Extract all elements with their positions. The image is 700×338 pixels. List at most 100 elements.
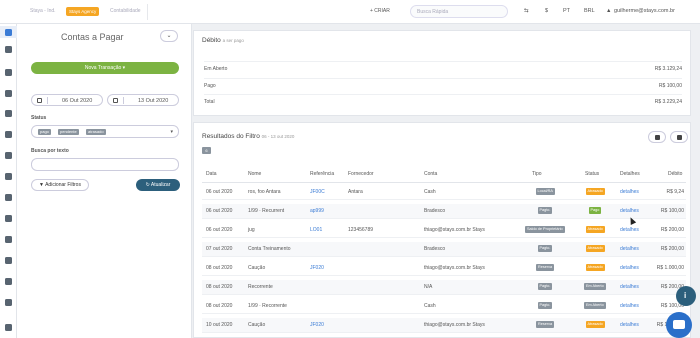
col-header-supplier[interactable]: Fornecedor bbox=[348, 171, 374, 177]
language-selector[interactable]: PT bbox=[563, 8, 570, 14]
sitemap-icon[interactable] bbox=[5, 152, 12, 159]
status-badge: Atrasado bbox=[585, 226, 605, 233]
calendar-icon[interactable] bbox=[5, 69, 12, 76]
agency-badge[interactable]: Stays Agency bbox=[66, 7, 100, 16]
details-link[interactable]: detalhes bbox=[620, 227, 639, 233]
status-chip[interactable]: pago bbox=[38, 129, 51, 135]
details-link[interactable]: detalhes bbox=[620, 265, 639, 271]
download-icon bbox=[677, 135, 682, 140]
users-icon[interactable] bbox=[5, 194, 12, 201]
cell-name: Caução bbox=[248, 265, 266, 271]
status-chip[interactable]: atrasado bbox=[86, 129, 106, 135]
results-tag[interactable]: 6 bbox=[202, 147, 211, 154]
cell-reference[interactable]: JF020 bbox=[310, 322, 324, 328]
col-header-name[interactable]: Nome bbox=[248, 171, 261, 177]
breadcrumb-company[interactable]: Staya - Ind. bbox=[30, 8, 56, 14]
table-row[interactable]: 08 out 2020 Recorrente N/A Pagto. Em Aberto d… bbox=[202, 280, 686, 295]
details-link[interactable]: detalhes bbox=[620, 322, 639, 328]
user-menu[interactable]: guilherme@stays.com.br bbox=[614, 8, 675, 14]
collapse-button[interactable]: ⌄ bbox=[160, 30, 178, 42]
cell-reference[interactable]: JF020 bbox=[310, 265, 324, 271]
cell-account: N/A bbox=[424, 284, 433, 290]
table-row[interactable]: 08 out 2020 Caução JF020 thiago@stays.com.b… bbox=[202, 261, 686, 276]
table-row[interactable]: 06 out 2020 1/99 · Recurrent ap999 Bradesco… bbox=[202, 204, 686, 219]
megaphone-icon[interactable] bbox=[5, 299, 12, 306]
download-button[interactable] bbox=[670, 131, 688, 143]
dollar-icon[interactable]: $ bbox=[545, 8, 548, 14]
add-filters-button[interactable]: ▼ Adicionar Filtros bbox=[31, 179, 89, 191]
col-header-status[interactable]: Status bbox=[585, 171, 599, 177]
chat-button[interactable] bbox=[666, 312, 692, 338]
table-row[interactable]: 10 out 2020 Caução JF020 thiago@stays.com.b… bbox=[202, 318, 686, 333]
cell-account: Bradesco bbox=[424, 208, 446, 214]
cell-date: 06 out 2020 bbox=[206, 189, 233, 195]
status-badge: Atrasado bbox=[585, 264, 605, 271]
col-header-ref[interactable]: Referência bbox=[310, 171, 334, 177]
box-icon[interactable] bbox=[5, 173, 12, 180]
create-button[interactable]: + CRIAR bbox=[370, 8, 390, 14]
bed-icon[interactable] bbox=[5, 46, 12, 53]
page-title: Contas a Pagar bbox=[61, 32, 124, 42]
results-title: Resultados do Filtro 06 - 13 out 2020 bbox=[202, 133, 294, 140]
cell-reference[interactable]: LO01 bbox=[310, 227, 322, 233]
calendar-icon bbox=[37, 98, 42, 103]
cell-account: thiago@stays.com.br Stays bbox=[424, 322, 485, 328]
status-label: Status bbox=[31, 115, 47, 121]
details-link[interactable]: detalhes bbox=[620, 303, 639, 309]
debit-row-label: Total bbox=[204, 99, 215, 105]
col-header-type[interactable]: Tipo bbox=[532, 171, 542, 177]
cell-name: Caução bbox=[248, 322, 266, 328]
table-row[interactable]: 08 out 2020 1/99 · Recorrente Cash Pagto. Em… bbox=[202, 299, 686, 314]
col-header-debit[interactable]: Débito bbox=[668, 171, 682, 177]
exchange-icon[interactable]: ⇆ bbox=[524, 8, 529, 14]
debit-summary-card: Débito a ser pago Em Aberto R$ 3.129,24 P… bbox=[193, 30, 691, 116]
currency-selector[interactable]: BRL bbox=[584, 8, 595, 14]
cell-reference[interactable]: JF00C bbox=[310, 189, 325, 195]
table-row[interactable]: 06 out 2020 jug LO01 123456789 thiago@stays.… bbox=[202, 223, 686, 238]
details-link[interactable]: detalhes bbox=[620, 246, 639, 252]
card-icon[interactable] bbox=[5, 257, 12, 264]
cell-account: thiago@stays.com.br Stays bbox=[424, 227, 485, 233]
chat-icon[interactable] bbox=[5, 110, 12, 117]
rocket-icon[interactable] bbox=[5, 131, 12, 138]
print-button[interactable] bbox=[648, 131, 666, 143]
cell-name: ros, foo Antara bbox=[248, 189, 281, 195]
col-header-details[interactable]: Detalhes bbox=[620, 171, 640, 177]
type-badge: Reserva bbox=[536, 264, 555, 271]
handshake-icon[interactable] bbox=[5, 278, 12, 285]
table-row[interactable]: 07 out 2020 Conta Treinamento Bradesco Pagt… bbox=[202, 242, 686, 257]
date-to-field[interactable]: 13 Out 2020 bbox=[107, 94, 179, 106]
details-link[interactable]: detalhes bbox=[620, 189, 639, 195]
info-button[interactable]: i bbox=[676, 286, 696, 306]
update-button[interactable]: ↻ Atualizar bbox=[136, 179, 180, 191]
new-transaction-button[interactable]: Nova Transação ▾ bbox=[31, 62, 179, 74]
chat-bubble-icon bbox=[673, 320, 685, 329]
details-link[interactable]: detalhes bbox=[620, 284, 639, 290]
cell-name: Conta Treinamento bbox=[248, 246, 291, 252]
col-header-date[interactable]: Data bbox=[206, 171, 217, 177]
status-badge: Em Aberto bbox=[584, 283, 606, 290]
status-chip[interactable]: pendente bbox=[58, 129, 79, 135]
breadcrumb-section[interactable]: Contabilidade bbox=[110, 8, 141, 14]
gear-icon[interactable] bbox=[5, 324, 12, 331]
chart-icon[interactable] bbox=[5, 215, 12, 222]
user-icon[interactable]: ▲ bbox=[606, 8, 611, 14]
table-row[interactable]: 06 out 2020 ros, foo Antara JF00C Antara Cas… bbox=[202, 185, 686, 200]
print-icon bbox=[655, 135, 660, 140]
debit-row-value: R$ 3.229,24 bbox=[654, 99, 682, 105]
details-link[interactable]: detalhes bbox=[620, 208, 639, 214]
cell-date: 08 out 2020 bbox=[206, 284, 233, 290]
finance-icon[interactable] bbox=[5, 29, 12, 36]
col-header-account[interactable]: Conta bbox=[424, 171, 437, 177]
monitor-icon[interactable] bbox=[5, 236, 12, 243]
date-from-field[interactable]: 06 Out 2020 bbox=[31, 94, 103, 106]
results-subtitle: 06 - 13 out 2020 bbox=[261, 134, 295, 139]
status-select[interactable]: pago pendente atrasado ▾ bbox=[31, 125, 179, 138]
search-text-input[interactable] bbox=[31, 158, 179, 171]
quick-search-input[interactable]: Busca Rápida bbox=[410, 5, 508, 18]
cell-reference[interactable]: ap999 bbox=[310, 208, 324, 214]
cell-date: 07 out 2020 bbox=[206, 246, 233, 252]
cell-debit: R$ 100,00 bbox=[660, 208, 684, 214]
list-icon[interactable] bbox=[5, 90, 12, 97]
debit-row-open: Em Aberto R$ 3.129,24 bbox=[204, 61, 682, 75]
